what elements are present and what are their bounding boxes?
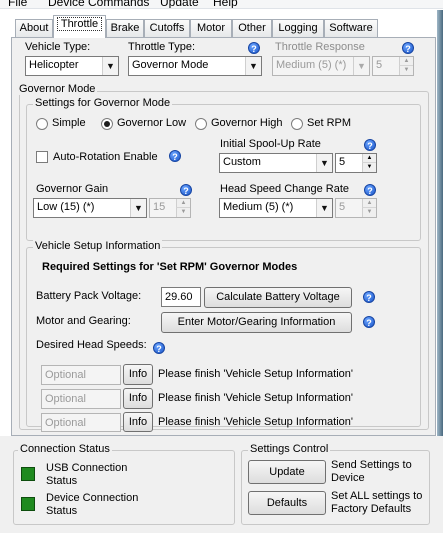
headspeed-info-button-3[interactable]: Info xyxy=(123,412,153,432)
tab-throttle[interactable]: Throttle xyxy=(53,15,106,38)
help-icon[interactable]: ? xyxy=(364,139,376,151)
defaults-button[interactable]: Defaults xyxy=(248,491,326,515)
chevron-down-icon: ▼ xyxy=(102,57,118,75)
tab-cutoffs[interactable]: Cutoffs xyxy=(144,19,190,37)
defaults-description: Set ALL settings to Factory Defaults xyxy=(331,490,423,515)
help-icon[interactable]: ? xyxy=(180,184,192,196)
menu-device-commands[interactable]: Device Commands xyxy=(48,0,149,8)
headspeed-rate-select[interactable]: Medium (5) (*) ▼ xyxy=(219,198,333,218)
governor-gain-select[interactable]: Low (15) (*) ▼ xyxy=(33,198,147,218)
throttle-type-label: Throttle Type: xyxy=(128,41,196,53)
tab-software[interactable]: Software xyxy=(324,19,378,37)
connection-status-title: Connection Status xyxy=(18,443,112,455)
usb-status-led xyxy=(21,467,35,481)
headspeed-field-3[interactable]: Optional xyxy=(41,413,121,432)
throttle-type-select[interactable]: Governor Mode ▼ xyxy=(128,56,262,76)
spin-up-icon[interactable]: ▲ xyxy=(176,199,190,208)
help-icon[interactable]: ? xyxy=(169,150,181,162)
autorotation-label[interactable]: Auto-Rotation Enable xyxy=(53,151,158,163)
update-description: Send Settings to Device xyxy=(331,459,412,484)
required-settings-text: Required Settings for 'Set RPM' Governor… xyxy=(42,261,298,273)
calculate-battery-button[interactable]: Calculate Battery Voltage xyxy=(204,287,352,308)
help-icon[interactable]: ? xyxy=(364,184,376,196)
settings-control-title: Settings Control xyxy=(248,443,331,455)
governor-mode-title: Governor Mode xyxy=(17,83,98,95)
settings-control-group: Settings Control Update Send Settings to… xyxy=(241,443,430,525)
autorotation-checkbox[interactable] xyxy=(36,151,48,163)
connection-status-group: Connection Status USB Connection Status … xyxy=(13,443,235,525)
headspeed-info-button-1[interactable]: Info xyxy=(123,364,153,385)
headspeed-info-button-2[interactable]: Info xyxy=(123,388,153,409)
radio-simple-label[interactable]: Simple xyxy=(52,117,86,129)
device-status-label: Device Connection Status xyxy=(46,492,139,517)
chevron-down-icon: ▼ xyxy=(316,154,332,172)
throttle-response-select[interactable]: Medium (5) (*) ▼ xyxy=(272,56,370,76)
tab-other[interactable]: Other xyxy=(232,19,272,37)
governor-gain-spinner[interactable]: 15 ▲ ▼ xyxy=(149,198,191,218)
menu-help[interactable]: Help xyxy=(213,0,238,8)
help-icon[interactable]: ? xyxy=(153,342,165,354)
help-icon[interactable]: ? xyxy=(402,42,414,54)
battery-voltage-field[interactable]: 29.60 xyxy=(161,287,201,307)
help-icon[interactable]: ? xyxy=(248,42,260,54)
throttle-panel: Vehicle Type: Helicopter ▼ Throttle Type:… xyxy=(11,37,436,436)
help-icon[interactable]: ? xyxy=(363,291,375,303)
headspeed-note-1: Please finish 'Vehicle Setup Information… xyxy=(158,368,353,380)
help-icon[interactable]: ? xyxy=(363,316,375,328)
headspeed-note-3: Please finish 'Vehicle Setup Information… xyxy=(158,416,353,428)
headspeed-rate-label: Head Speed Change Rate xyxy=(220,183,350,195)
headspeed-field-1[interactable]: Optional xyxy=(41,365,121,385)
desired-headspeeds-label: Desired Head Speeds: xyxy=(36,339,147,351)
tab-about[interactable]: About xyxy=(15,19,53,37)
usb-status-label: USB Connection Status xyxy=(46,462,128,487)
spoolup-spinner[interactable]: 5 ▲ ▼ xyxy=(335,153,377,173)
tab-motor[interactable]: Motor xyxy=(190,19,232,37)
spin-up-icon[interactable]: ▲ xyxy=(362,154,376,163)
headspeed-note-2: Please finish 'Vehicle Setup Information… xyxy=(158,392,353,404)
radio-set-rpm[interactable] xyxy=(291,118,303,130)
radio-set-rpm-label[interactable]: Set RPM xyxy=(307,117,351,129)
radio-governor-low[interactable] xyxy=(101,118,113,130)
spin-down-icon[interactable]: ▼ xyxy=(362,163,376,172)
headspeed-rate-spinner[interactable]: 5 ▲ ▼ xyxy=(335,198,377,218)
update-button[interactable]: Update xyxy=(248,460,326,484)
vehicle-type-select[interactable]: Helicopter ▼ xyxy=(25,56,119,76)
chevron-down-icon: ▼ xyxy=(353,57,369,75)
spin-down-icon[interactable]: ▼ xyxy=(362,208,376,217)
spoolup-label: Initial Spool-Up Rate xyxy=(220,138,321,150)
vehicle-type-label: Vehicle Type: xyxy=(25,41,91,53)
vehicle-setup-title: Vehicle Setup Information xyxy=(33,240,163,252)
spoolup-select[interactable]: Custom ▼ xyxy=(219,153,333,173)
chevron-down-icon: ▼ xyxy=(130,199,146,217)
governor-settings-group: Settings for Governor Mode Simple Govern… xyxy=(26,97,421,241)
radio-governor-high-label[interactable]: Governor High xyxy=(211,117,283,129)
menu-bar: File Device Commands Update Help xyxy=(0,0,443,9)
throttle-response-label: Throttle Response xyxy=(275,41,365,53)
chevron-down-icon: ▼ xyxy=(316,199,332,217)
status-area: Connection Status USB Connection Status … xyxy=(0,436,443,533)
battery-voltage-label: Battery Pack Voltage: xyxy=(36,290,142,302)
chevron-down-icon: ▼ xyxy=(245,57,261,75)
spin-down-icon[interactable]: ▼ xyxy=(399,66,413,75)
motor-gearing-label: Motor and Gearing: xyxy=(36,315,131,327)
radio-governor-high[interactable] xyxy=(195,118,207,130)
governor-mode-group: Governor Mode Settings for Governor Mode… xyxy=(17,83,429,432)
governor-settings-title: Settings for Governor Mode xyxy=(33,97,173,109)
governor-gain-label: Governor Gain xyxy=(36,183,109,195)
throttle-response-spinner[interactable]: 5 ▲ ▼ xyxy=(372,56,414,76)
spin-down-icon[interactable]: ▼ xyxy=(176,208,190,217)
radio-simple[interactable] xyxy=(36,118,48,130)
headspeed-field-2[interactable]: Optional xyxy=(41,389,121,409)
device-status-led xyxy=(21,497,35,511)
tab-logging[interactable]: Logging xyxy=(272,19,324,37)
tab-brake[interactable]: Brake xyxy=(106,19,144,37)
spin-up-icon[interactable]: ▲ xyxy=(399,57,413,66)
radio-governor-low-label[interactable]: Governor Low xyxy=(117,117,186,129)
vehicle-setup-group: Vehicle Setup Information Required Setti… xyxy=(26,240,421,432)
menu-file[interactable]: File xyxy=(8,0,27,8)
enter-motor-gearing-button[interactable]: Enter Motor/Gearing Information xyxy=(161,312,352,333)
spin-up-icon[interactable]: ▲ xyxy=(362,199,376,208)
menu-update[interactable]: Update xyxy=(160,0,199,8)
